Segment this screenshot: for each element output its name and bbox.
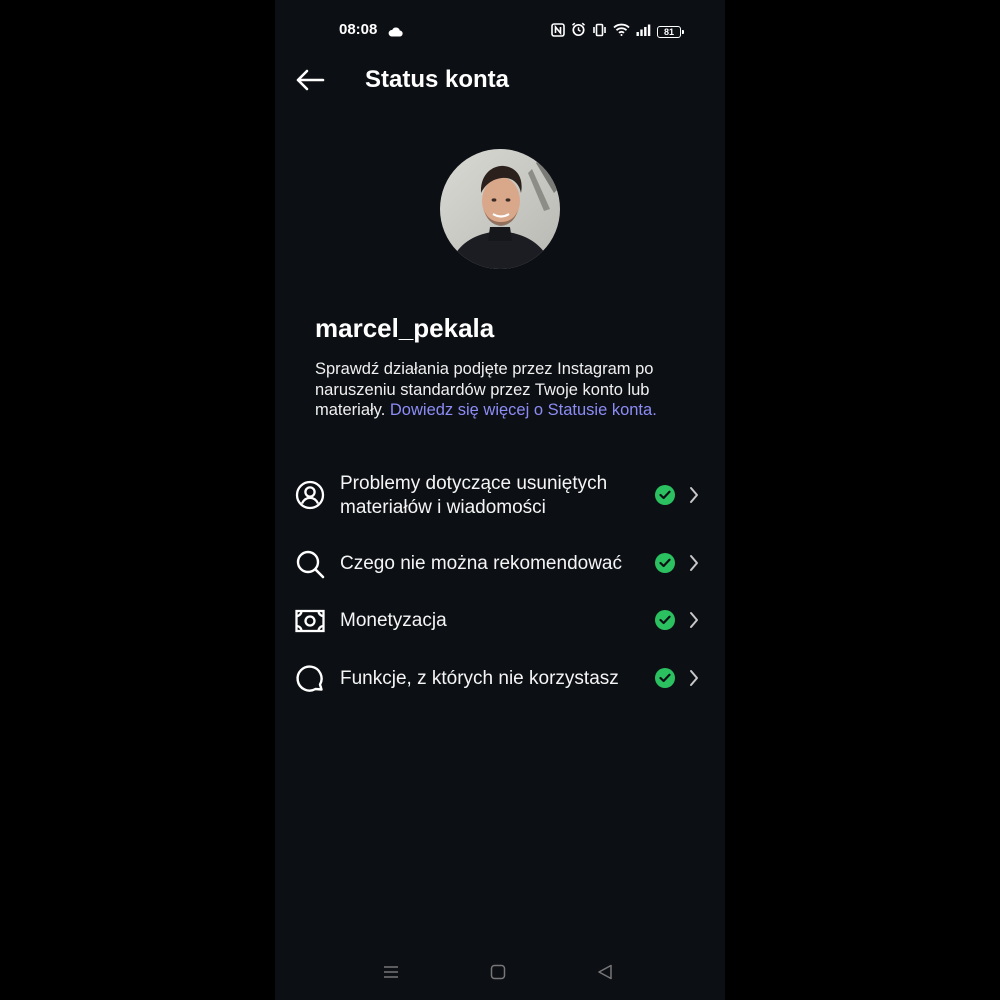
list-item-monetization[interactable]: Monetyzacja	[275, 602, 725, 642]
arrow-left-icon	[296, 69, 325, 91]
alarm-icon	[571, 22, 586, 42]
menu-icon	[384, 966, 398, 978]
check-circle-icon	[655, 668, 675, 688]
search-icon	[295, 549, 325, 579]
check-circle-icon	[655, 610, 675, 630]
wifi-icon	[613, 23, 630, 41]
system-nav-bar	[275, 955, 725, 990]
battery-icon: 81	[657, 26, 684, 38]
account-status-description: Sprawdź działania podjęte przez Instagra…	[315, 359, 695, 421]
page-title: Status konta	[365, 66, 510, 93]
list-item-unused-features[interactable]: Funkcje, z których nie korzystasz	[275, 660, 725, 700]
status-bar: 08:08 81	[275, 0, 725, 60]
learn-more-link[interactable]: Dowiedz się więcej o Statusie konta.	[390, 401, 657, 419]
status-time: 08:08	[339, 21, 378, 38]
money-icon	[295, 606, 325, 636]
vibrate-icon	[592, 23, 607, 42]
chevron-right-icon	[687, 485, 701, 505]
recent-apps-button[interactable]	[376, 961, 406, 983]
phone-screen: 08:08 81 Status konta marcel_pekala Spra…	[275, 0, 725, 1000]
list-item-label: Czego nie można rekomendować	[340, 553, 622, 574]
avatar	[440, 149, 560, 269]
chat-bubble-icon	[295, 664, 325, 694]
system-back-button[interactable]	[590, 961, 620, 983]
back-triangle-icon	[598, 964, 612, 980]
back-button[interactable]	[293, 65, 327, 95]
chevron-right-icon	[687, 668, 701, 688]
user-circle-icon	[295, 480, 325, 510]
list-item-label: Problemy dotyczące usuniętych materiałów…	[340, 473, 608, 518]
list-item-not-recommendable[interactable]: Czego nie można rekomendować	[275, 545, 725, 585]
home-button[interactable]	[483, 961, 513, 983]
cloud-icon	[388, 24, 403, 42]
chevron-right-icon	[687, 610, 701, 630]
home-square-icon	[490, 964, 506, 980]
list-item-label: Monetyzacja	[340, 610, 447, 631]
username: marcel_pekala	[315, 313, 495, 343]
list-item-removed-content[interactable]: Problemy dotyczące usuniętych materiałów…	[275, 470, 725, 522]
chevron-right-icon	[687, 553, 701, 573]
battery-level: 81	[663, 27, 674, 37]
check-circle-icon	[655, 553, 675, 573]
header: Status konta	[275, 55, 725, 105]
check-circle-icon	[655, 485, 675, 505]
signal-icon	[636, 23, 651, 41]
list-item-label: Funkcje, z których nie korzystasz	[340, 668, 619, 689]
status-icons: 81	[551, 22, 684, 42]
nfc-icon	[551, 22, 565, 42]
